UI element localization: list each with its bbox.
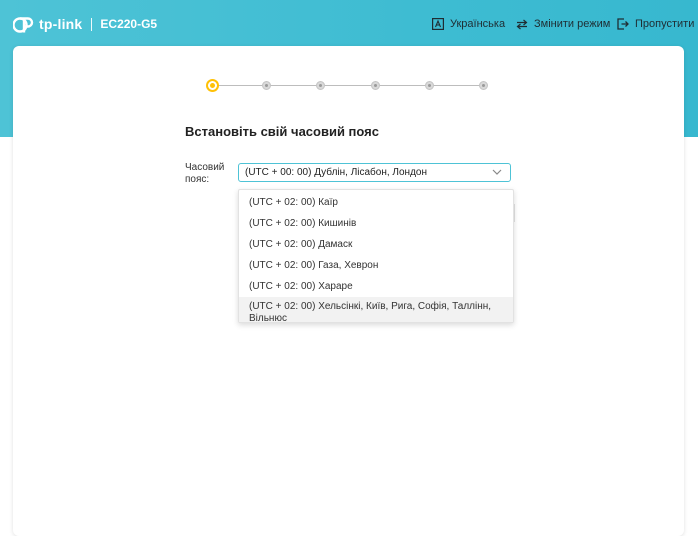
logo-divider <box>91 17 93 31</box>
step-3 <box>316 81 325 90</box>
timezone-option-highlighted[interactable]: (UTC + 02: 00) Хельсінкі, Київ, Рига, Со… <box>239 297 513 322</box>
stepper-line <box>214 85 484 86</box>
timezone-option[interactable]: (UTC + 02: 00) Кишинів <box>239 213 513 234</box>
step-1 <box>206 79 219 92</box>
step-6 <box>479 81 488 90</box>
language-button[interactable]: Українська <box>432 15 505 33</box>
timezone-dropdown-list[interactable]: (UTC + 02: 00) Каїр (UTC + 02: 00) Кишин… <box>238 189 514 323</box>
skip-button[interactable]: Пропустити <box>617 15 694 33</box>
change-mode-button[interactable]: Змінити режим <box>516 15 610 33</box>
language-label: Українська <box>450 18 506 30</box>
skip-label: Пропустити <box>635 18 695 30</box>
step-4 <box>371 81 380 90</box>
timezone-option[interactable]: (UTC + 02: 00) Дамаск <box>239 234 513 255</box>
timezone-option[interactable]: (UTC + 02: 00) Хараре <box>239 276 513 297</box>
step-2 <box>262 81 271 90</box>
chevron-down-icon <box>492 169 502 175</box>
timezone-option[interactable]: (UTC + 02: 00) Каїр <box>239 192 513 213</box>
change-mode-label: Змінити режим <box>534 18 611 30</box>
swap-arrows-icon <box>516 19 528 29</box>
tp-link-logo-icon <box>13 17 34 33</box>
exit-icon <box>617 18 629 30</box>
timezone-option[interactable]: (UTC + 02: 00) Газа, Хеврон <box>239 255 513 276</box>
timezone-select[interactable]: (UTC + 00: 00) Дублін, Лісабон, Лондон <box>238 163 511 182</box>
logo-text: tp-link <box>39 16 83 32</box>
model-name: EC220-G5 <box>100 17 158 31</box>
progress-stepper <box>206 79 492 93</box>
step-5 <box>425 81 434 90</box>
timezone-selected-value: (UTC + 00: 00) Дублін, Лісабон, Лондон <box>245 167 427 178</box>
page-title: Встановіть свій часовий пояс <box>185 124 379 139</box>
brand-logo[interactable]: tp-link EC220-G5 <box>13 14 157 34</box>
timezone-label: Часовий пояс: <box>185 162 225 185</box>
top-bar: tp-link EC220-G5 Українська Змінити режи… <box>0 0 698 46</box>
language-icon <box>432 18 444 30</box>
